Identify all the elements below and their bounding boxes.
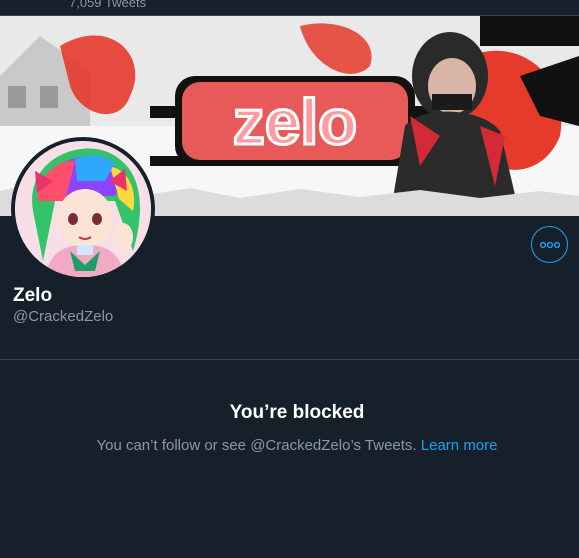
more-options-button[interactable] [531,226,568,263]
avatar-image [15,141,151,277]
user-handle: @CrackedZelo [13,308,114,325]
banner-logo-text: zelo [233,86,357,158]
profile-page: 7,059 Tweets zelo Zelo @CrackedZelo You’… [0,0,579,558]
divider [0,359,579,360]
learn-more-link[interactable]: Learn more [421,437,498,454]
blocked-title: You’re blocked [229,402,365,423]
profile-avatar[interactable] [11,137,155,281]
tweet-count: 7,059 Tweets [69,0,147,10]
blocked-message: You can’t follow or see @CrackedZelo’s T… [96,437,417,454]
display-name: Zelo [13,285,53,306]
blocked-message-line: You can’t follow or see @CrackedZelo’s T… [0,436,579,456]
profile-header-bar: 7,059 Tweets [0,0,579,16]
more-horizontal-icon [539,241,560,248]
